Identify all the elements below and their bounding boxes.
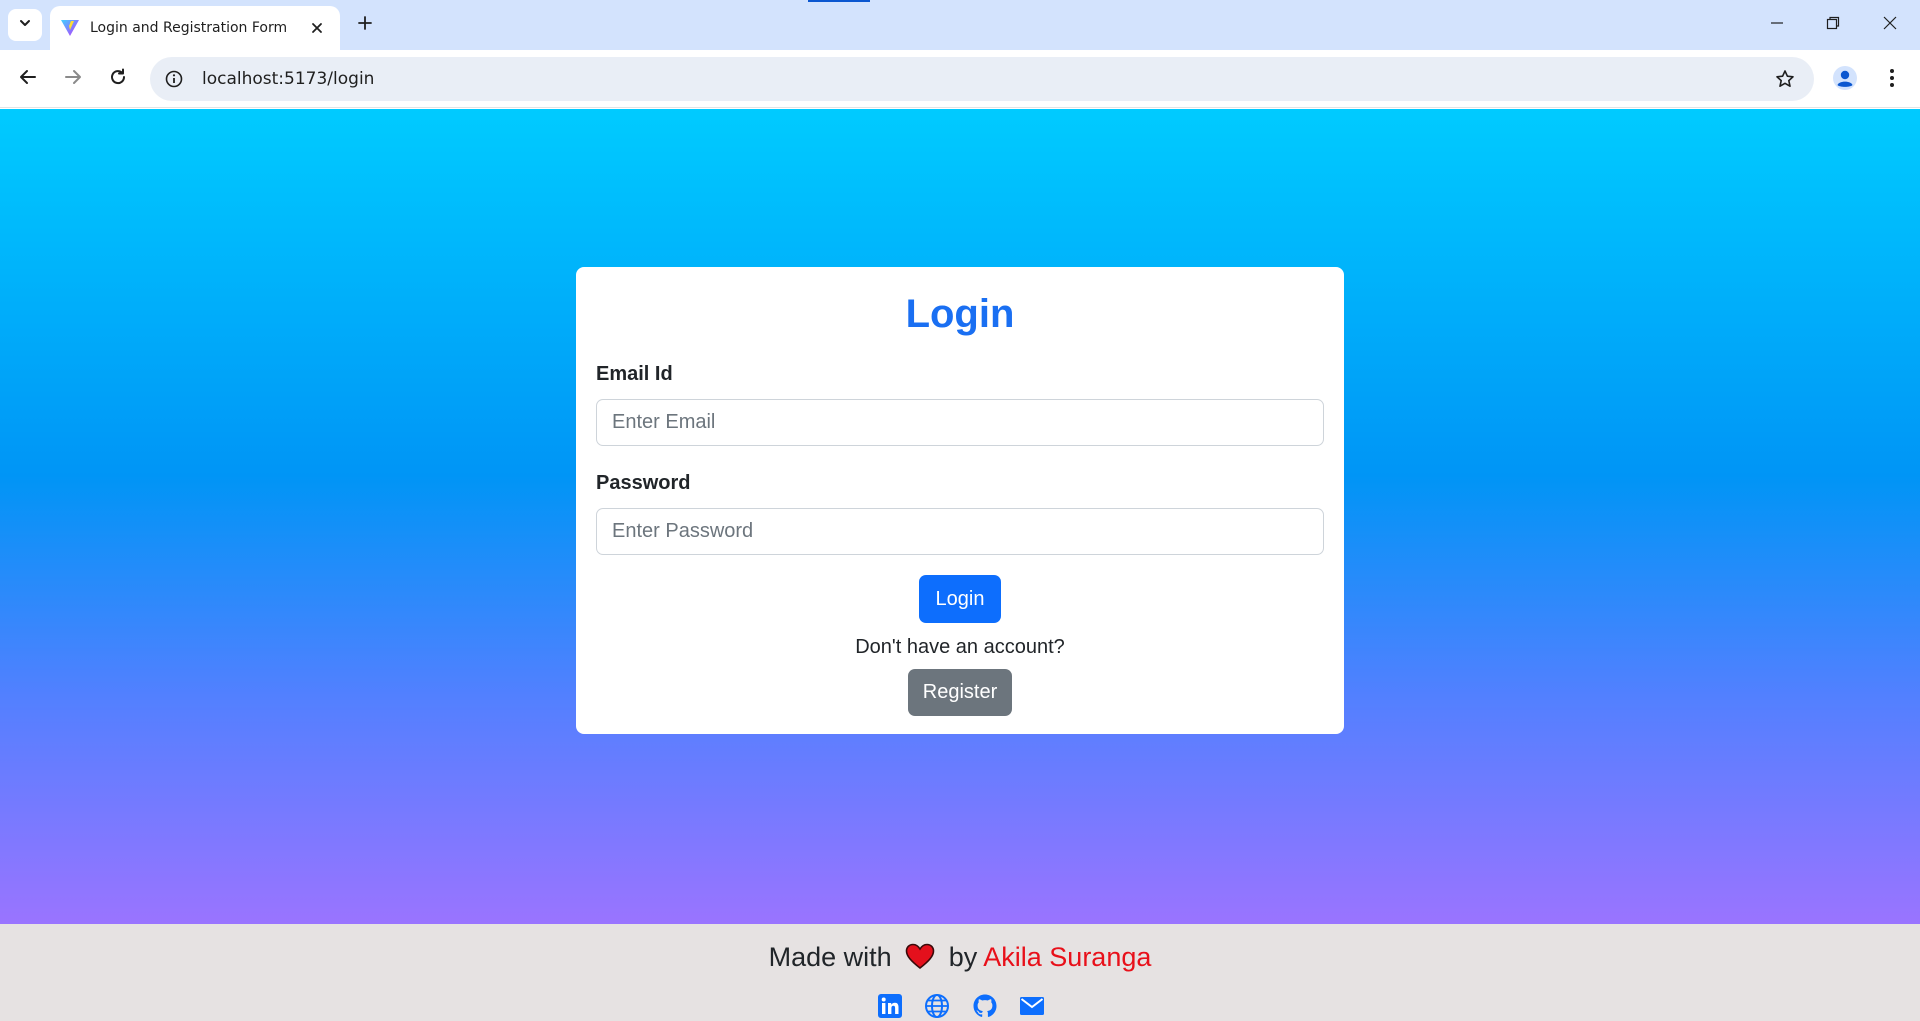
minimize-button[interactable] — [1749, 0, 1805, 50]
linkedin-icon[interactable] — [876, 992, 904, 1020]
made-with-text: Made with — [768, 942, 892, 972]
heart-icon — [905, 943, 935, 977]
close-icon — [1883, 16, 1897, 35]
plus-icon — [357, 15, 373, 36]
social-links — [876, 992, 1046, 1021]
github-icon[interactable] — [971, 992, 999, 1020]
password-field[interactable] — [596, 508, 1324, 555]
login-card: Login Email Id Password Login Don't have… — [576, 267, 1344, 734]
email-label: Email Id — [596, 363, 673, 385]
login-button[interactable]: Login — [919, 575, 1001, 623]
star-icon[interactable] — [1770, 64, 1800, 94]
register-button[interactable]: Register — [908, 669, 1012, 716]
minimize-icon — [1770, 16, 1784, 35]
forward-button[interactable] — [55, 61, 91, 97]
footer: Made with by Akila Suranga — [0, 924, 1920, 1021]
tab-strip-indicator — [808, 0, 870, 2]
restore-icon — [1826, 16, 1840, 35]
close-icon[interactable] — [306, 17, 328, 39]
tab-title: Login and Registration Form — [90, 20, 288, 36]
info-icon[interactable] — [162, 67, 186, 91]
register-button-row: Register — [596, 659, 1324, 716]
login-button-row: Login — [596, 555, 1324, 623]
author-link[interactable]: Akila Suranga — [983, 942, 1151, 972]
chevron-down-icon — [18, 16, 32, 35]
browser-tab-active[interactable]: Login and Registration Form — [50, 6, 340, 50]
browser-menu-button[interactable] — [1876, 64, 1908, 96]
globe-icon[interactable] — [923, 992, 951, 1020]
footer-credit: Made with by Akila Suranga — [0, 942, 1920, 977]
page-background: Login Email Id Password Login Don't have… — [0, 109, 1920, 924]
profile-button[interactable] — [1829, 64, 1861, 96]
close-window-button[interactable] — [1862, 0, 1918, 50]
kebab-menu-icon — [1889, 68, 1895, 93]
password-label: Password — [596, 472, 691, 494]
mail-icon[interactable] — [1018, 992, 1046, 1020]
arrow-right-icon — [64, 68, 82, 91]
page-title: Login — [905, 292, 1015, 336]
reload-icon — [109, 68, 127, 91]
reload-button[interactable] — [100, 61, 136, 97]
restore-button[interactable] — [1805, 0, 1861, 50]
no-account-text: Don't have an account? — [855, 636, 1065, 658]
browser-toolbar: localhost:5173/login — [0, 50, 1920, 108]
new-tab-button[interactable] — [350, 10, 380, 40]
arrow-left-icon — [19, 68, 37, 91]
back-button[interactable] — [10, 61, 46, 97]
email-field[interactable] — [596, 399, 1324, 446]
browser-tabstrip: Login and Registration Form — [0, 0, 1920, 50]
address-bar[interactable]: localhost:5173/login — [150, 57, 1814, 101]
vite-logo-icon — [60, 18, 80, 38]
tab-search-button[interactable] — [8, 9, 42, 41]
by-text: by — [948, 942, 978, 972]
url-text[interactable]: localhost:5173/login — [202, 69, 1770, 89]
person-icon — [1832, 65, 1858, 96]
